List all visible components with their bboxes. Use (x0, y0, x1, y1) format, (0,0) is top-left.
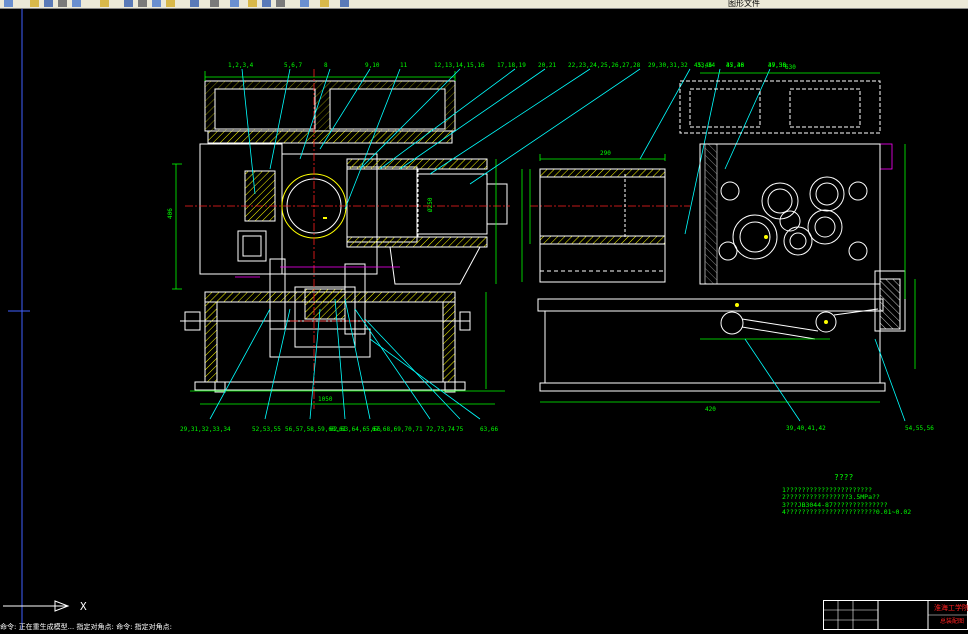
callouts-side: 45,46 47,48 49,50 39,40,41,42 54,55,56 (694, 62, 934, 432)
callout-label: 20,21 (538, 62, 556, 69)
callout-label: 52,53,55 (252, 426, 281, 433)
pan-icon[interactable] (210, 0, 219, 7)
callout-label: 39,40,41,42 (786, 425, 826, 432)
window-title-fragment: 图形文件 (728, 0, 760, 8)
cad-drawing: X 1050 406 Ø250 1,2,3,4 5,6,7 8 9,10 11 … (3, 9, 934, 630)
callout-label: 72,73,74 (426, 426, 455, 433)
hidden-lines (235, 143, 893, 278)
dim-side-width: 420 (705, 406, 716, 413)
dim-side-top: 630 (785, 64, 796, 71)
dim-side-a: 290 (600, 150, 611, 157)
callout-label: 45,46 (694, 62, 712, 69)
preview-icon[interactable] (72, 0, 81, 7)
note-line: 4???????????????????????0.01~0.02 (782, 508, 912, 516)
open-icon[interactable] (30, 0, 39, 7)
redo-icon[interactable] (190, 0, 199, 7)
callouts-bottom: 29,31,32,33,34 52,53,55 56,57,58,59,60,616… (180, 426, 498, 433)
callout-label: 29,31,32,33,34 (180, 426, 231, 433)
callout-label: 67,68,69,70,71 (372, 426, 423, 433)
properties-icon[interactable] (276, 0, 285, 7)
zoom-window-icon[interactable] (248, 0, 257, 7)
match-icon[interactable] (152, 0, 161, 7)
technical-notes: ???? 1?????????????????????? 2???????????… (782, 474, 911, 517)
cut-icon[interactable] (100, 0, 109, 7)
callout-label: 9,10 (365, 62, 380, 69)
callout-label: 22,23,24,25,26,27,28 (568, 62, 641, 69)
callout-label: 17,18,19 (497, 62, 526, 69)
side-view[interactable] (537, 80, 906, 392)
svg-text:X: X (80, 600, 87, 613)
tool-palette-icon[interactable] (320, 0, 329, 7)
notes-title: ???? (834, 473, 854, 482)
front-view[interactable] (180, 80, 508, 393)
callout-label: 63,66 (480, 426, 498, 433)
callout-label: 47,48 (726, 62, 744, 69)
ucs-icon: X (3, 9, 87, 630)
new-icon[interactable] (4, 0, 13, 7)
save-icon[interactable] (44, 0, 53, 7)
callout-label: 49,50 (768, 62, 786, 69)
title-block-drawing-name: 总装配图 (940, 618, 965, 625)
dim-width-front: 1050 (318, 396, 333, 403)
help-icon[interactable] (340, 0, 349, 7)
zoom-icon[interactable] (230, 0, 239, 7)
design-center-icon[interactable] (300, 0, 309, 7)
callout-label: 29,30,31,32 (648, 62, 688, 69)
callout-label: 11 (400, 62, 408, 69)
drawing-canvas[interactable]: X 1050 406 Ø250 1,2,3,4 5,6,7 8 9,10 11 … (0, 9, 968, 630)
undo-icon[interactable] (166, 0, 175, 7)
paste-icon[interactable] (138, 0, 147, 7)
dim-height-front: 406 (167, 208, 174, 219)
title-block-school: 淮海工学院 (934, 604, 968, 612)
callout-label: 5,6,7 (284, 62, 302, 69)
command-line[interactable]: 命令: 正在重生成模型... 指定对角点: 命令: 指定对角点: (0, 622, 360, 630)
standard-toolbar: 图形文件 (0, 0, 968, 9)
callout-label: 1,2,3,4 (228, 62, 254, 69)
callout-label: 12,13,14,15,16 (434, 62, 485, 69)
zoom-prev-icon[interactable] (262, 0, 271, 7)
print-icon[interactable] (58, 0, 67, 7)
callout-label: 8 (324, 62, 328, 69)
callout-label: 75 (456, 426, 464, 433)
callout-label: 54,55,56 (905, 425, 934, 432)
side-leaders (744, 338, 906, 422)
dim-pipe: Ø250 (427, 197, 434, 212)
copy-icon[interactable] (124, 0, 133, 7)
